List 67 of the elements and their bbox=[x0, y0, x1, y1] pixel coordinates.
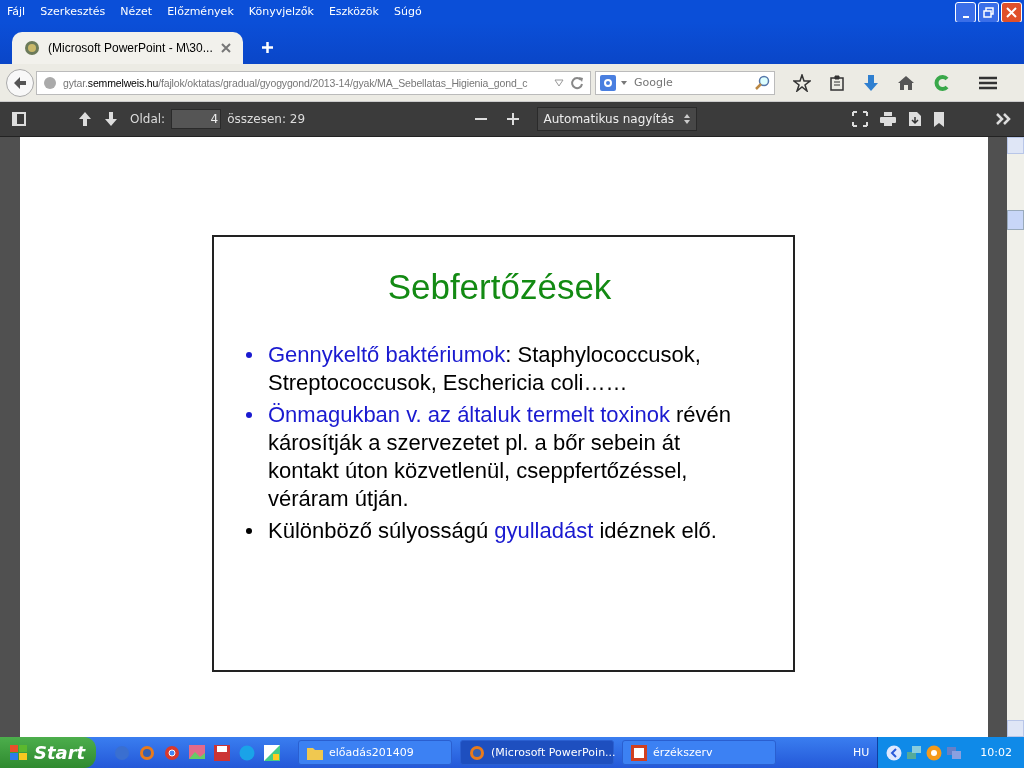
taskbar-button[interactable]: érzékszerv bbox=[622, 740, 776, 765]
browser-tab[interactable]: (Microsoft PowerPoint - M\30... bbox=[12, 32, 243, 64]
clipboard-icon[interactable] bbox=[829, 74, 845, 91]
print-icon[interactable] bbox=[880, 112, 896, 126]
menu-item[interactable]: Könyvjelzők bbox=[248, 4, 314, 18]
menu-item[interactable]: Eszközök bbox=[328, 4, 379, 18]
menu-item[interactable]: Szerkesztés bbox=[40, 4, 106, 18]
zoom-in-icon[interactable] bbox=[506, 113, 519, 125]
reload-icon[interactable] bbox=[570, 75, 584, 90]
bookmark-icon[interactable] bbox=[934, 111, 944, 127]
new-tab-icon[interactable] bbox=[260, 41, 274, 54]
up-down-caret-icon bbox=[684, 114, 691, 124]
close-icon bbox=[1006, 7, 1017, 18]
page-number-field[interactable]: 4 bbox=[171, 109, 222, 129]
page-label: Oldal: bbox=[130, 112, 166, 126]
taskbar-button[interactable]: előadás201409 bbox=[298, 740, 452, 765]
home-icon[interactable] bbox=[897, 74, 915, 91]
bullet-icon bbox=[246, 412, 252, 418]
download-icon[interactable] bbox=[863, 73, 879, 92]
sidebar-toggle-icon[interactable] bbox=[12, 112, 26, 126]
ring-icon[interactable] bbox=[926, 744, 943, 761]
start-button[interactable]: Start bbox=[0, 737, 96, 768]
zoom-dropdown[interactable]: Automatikus nagyítás bbox=[536, 107, 698, 131]
bullet-text: Önmagukban v. az általuk termelt toxinok révén károsítják a szervezetet pl. a bőr sebein át kontakt úton közvetlenül, cseppfertőzéssel, véráram útján. bbox=[268, 401, 733, 513]
menu-item[interactable]: Előzmények bbox=[167, 4, 234, 18]
restore-icon bbox=[983, 7, 994, 18]
windows-logo-icon bbox=[10, 744, 28, 761]
language-indicator[interactable]: HU bbox=[852, 746, 870, 759]
floppy-icon[interactable] bbox=[214, 744, 230, 761]
menu-item[interactable]: Súgó bbox=[393, 4, 422, 18]
close-button[interactable] bbox=[1001, 2, 1022, 23]
clock: 10:02 bbox=[980, 746, 1012, 759]
chart-icon[interactable] bbox=[264, 744, 280, 761]
globe-icon bbox=[43, 75, 57, 90]
scrollbar[interactable] bbox=[1007, 137, 1024, 737]
ring-icon[interactable] bbox=[933, 73, 951, 92]
caret-icon[interactable] bbox=[621, 80, 627, 85]
chevron-icon[interactable] bbox=[886, 744, 903, 761]
presentation-icon bbox=[631, 744, 647, 761]
close-icon[interactable] bbox=[220, 43, 231, 53]
search-icon[interactable] bbox=[754, 74, 770, 91]
taskbar-button[interactable]: (Microsoft PowerPoin... bbox=[460, 740, 614, 765]
arrow-up-icon[interactable] bbox=[78, 111, 92, 127]
page-count: összesen: 29 bbox=[227, 112, 306, 126]
star-icon[interactable] bbox=[793, 73, 811, 92]
fullscreen-icon[interactable] bbox=[852, 111, 868, 127]
back-button[interactable] bbox=[6, 68, 34, 97]
slide-title: Sebfertőzések bbox=[386, 267, 613, 307]
save-icon[interactable] bbox=[908, 111, 922, 127]
search-box[interactable]: Google bbox=[595, 70, 775, 95]
search-engine-icon bbox=[600, 74, 616, 91]
menu-icon[interactable] bbox=[979, 75, 997, 90]
bullet-text: Gennykeltő baktériumok: Staphylococcusok, Streptococcusok, Eschericia coli…… bbox=[268, 341, 702, 397]
menu-item[interactable]: Nézet bbox=[120, 4, 153, 18]
bullet-icon bbox=[246, 352, 252, 358]
chevron-icon[interactable] bbox=[996, 113, 1012, 125]
address-field[interactable]: gytar.semmelweis.hu/fajlok/oktatas/gradual/gyogygond/2013-14/gyak/MA_Sebellatas_Higienia_gond_c bbox=[36, 70, 591, 95]
minimize-button[interactable] bbox=[955, 2, 976, 23]
arrow-down-icon[interactable] bbox=[104, 111, 118, 127]
menu-item[interactable]: Fájl bbox=[7, 4, 26, 18]
restore-button[interactable] bbox=[978, 2, 999, 23]
minimize-icon bbox=[962, 15, 969, 18]
bullet-text: Különböző súlyosságú gyulladást idéznek elő. bbox=[268, 517, 717, 545]
bullet-icon bbox=[246, 528, 252, 534]
site-icon bbox=[24, 40, 40, 56]
picture-icon[interactable] bbox=[189, 744, 205, 761]
folder-icon bbox=[307, 745, 323, 760]
